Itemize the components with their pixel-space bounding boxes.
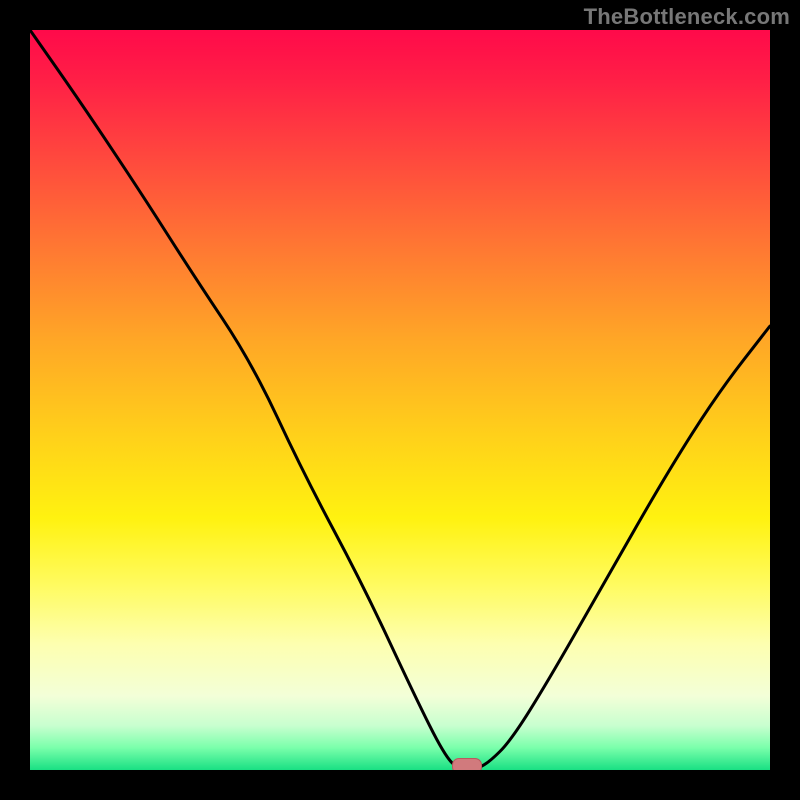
bottleneck-curve [30,30,770,770]
watermark-text: TheBottleneck.com [584,4,790,30]
optimum-marker [452,758,482,770]
chart-frame: TheBottleneck.com [0,0,800,800]
curve-layer [30,30,770,770]
plot-area [30,30,770,770]
